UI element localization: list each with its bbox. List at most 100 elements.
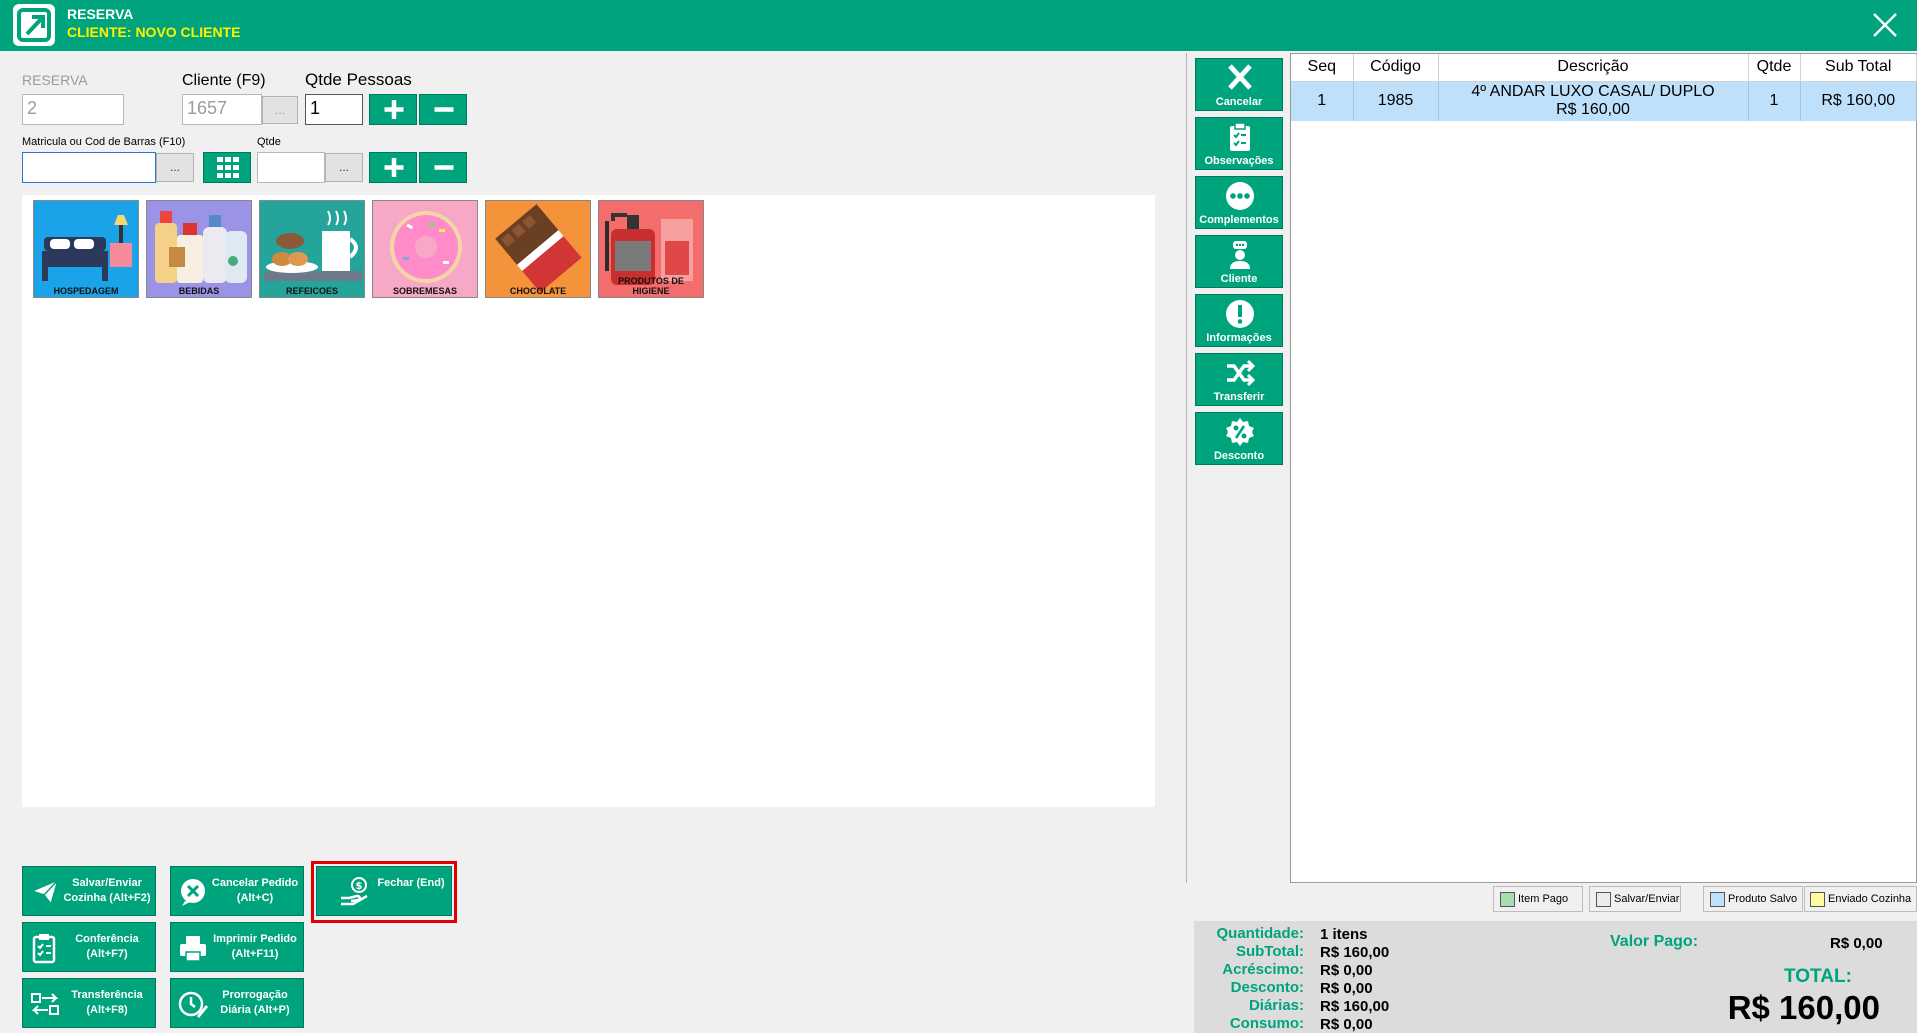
legend-produto-salvo: Produto Salvo [1703,886,1803,912]
qtde-pessoas-minus-button[interactable] [419,94,467,125]
cliente-search-button[interactable]: ... [262,96,298,124]
fechar-highlight-box [311,861,457,923]
transfer-icon [31,993,59,1015]
category-label: PRODUTOS DE HIGIENE [618,276,684,296]
more-dots-icon [1226,182,1254,210]
valor-pago-value: R$ 0,00 [1830,935,1883,952]
sidebar-informacoes-button[interactable]: Informações [1195,294,1283,347]
legend-swatch-enviado-cozinha [1810,892,1825,907]
sidebar-informacoes-label: Informações [1206,332,1272,344]
minus-icon [434,165,454,170]
sidebar-transferir-button[interactable]: Transferir [1195,353,1283,406]
column-header-codigo[interactable]: Código [1353,54,1439,82]
prorrogacao-diaria-button[interactable]: Prorrogação Diária (Alt+P) [170,978,304,1028]
reserva-field: 2 [22,94,124,125]
sidebar-transferir-label: Transferir [1213,391,1265,403]
clipboard-check-icon [32,934,56,964]
qtde-search-button[interactable]: ... [325,153,363,182]
quantidade-value: 1 itens [1320,926,1368,943]
salvar-enviar-cozinha-button[interactable]: Salvar/Enviar Cozinha (Alt+F2) [22,866,156,916]
table-header-row: Seq Código Descrição Qtde Sub Total [1291,54,1917,82]
matricula-label: Matricula ou Cod de Barras (F10) [22,136,186,148]
diarias-value: R$ 160,00 [1320,998,1390,1015]
column-header-subtotal[interactable]: Sub Total [1800,54,1917,82]
matricula-search-button[interactable]: ... [156,153,194,182]
exclamation-icon [1226,300,1254,328]
conferencia-button[interactable]: Conferência (Alt+F7) [22,922,156,972]
sidebar-desconto-label: Desconto [1213,450,1265,462]
keypad-button[interactable] [203,152,251,183]
title-bar: RESERVA CLIENTE: NOVO CLIENTE [0,0,1917,51]
sidebar-desconto-button[interactable]: Desconto [1195,412,1283,465]
product-category-grid: HOSPEDAGEM BEBIDAS REFEICOES SOBREMESAS … [22,195,1155,807]
category-chocolate[interactable]: CHOCOLATE [485,200,591,298]
cancelar-pedido-button[interactable]: Cancelar Pedido (Alt+C) [170,866,304,916]
qtde-plus-button[interactable] [369,152,417,183]
legend-label-salvar-enviar: Salvar/Enviar [1614,893,1680,905]
total-value: R$ 160,00 [1727,989,1880,1026]
salvar-enviar-label: Salvar/Enviar Cozinha (Alt+F2) [63,877,151,904]
qtde-input[interactable] [257,152,325,183]
sidebar-complementos-button[interactable]: Complementos [1195,176,1283,229]
transferencia-button[interactable]: Transferência (Alt+F8) [22,978,156,1028]
legend-label-produto-salvo: Produto Salvo [1728,893,1798,905]
sidebar-cliente-label: Cliente [1220,273,1258,285]
legend-enviado-cozinha: Enviado Cozinha [1804,886,1917,912]
qtde-label: Qtde [257,136,281,148]
cell-subtotal: R$ 160,00 [1800,81,1917,121]
column-header-qtde[interactable]: Qtde [1748,54,1801,82]
category-bebidas[interactable]: BEBIDAS [146,200,252,298]
sidebar-observacoes-button[interactable]: Observações [1195,117,1283,170]
qtde-pessoas-field[interactable]: 1 [305,94,363,125]
legend-swatch-produto-salvo [1710,892,1725,907]
sidebar-observacoes-label: Observações [1204,155,1274,167]
sidebar-complementos-label: Complementos [1199,214,1279,226]
send-icon [29,878,60,906]
qtde-pessoas-plus-button[interactable] [369,94,417,125]
matricula-input[interactable] [22,152,156,183]
cancel-chat-icon [181,879,205,906]
sidebar-cancelar-button[interactable]: Cancelar [1195,58,1283,111]
legend-salvar-enviar: Salvar/Enviar [1589,886,1681,912]
subtotal-value: R$ 160,00 [1320,944,1390,961]
legend-label-item-pago: Item Pago [1518,893,1569,905]
table-row[interactable]: 1 1985 4º ANDAR LUXO CASAL/ DUPLO R$ 160… [1291,81,1917,121]
clipboard-list-icon [1230,122,1250,151]
category-label: CHOCOLATE [509,286,567,296]
user-icon [1230,241,1250,269]
category-produtos-higiene[interactable]: PRODUTOS DE HIGIENE [598,200,704,298]
category-hospedagem[interactable]: HOSPEDAGEM [33,200,139,298]
desconto-value: R$ 0,00 [1320,980,1373,997]
category-refeicoes[interactable]: REFEICOES [259,200,365,298]
legend-label-enviado-cozinha: Enviado Cozinha [1828,893,1912,905]
clock-pencil-icon [178,991,208,1018]
close-window-icon[interactable] [1870,10,1900,40]
conferencia-label: Conferência (Alt+F7) [75,933,139,960]
shuffle-icon [1227,359,1256,387]
category-label: BEBIDAS [178,286,220,296]
column-header-seq[interactable]: Seq [1291,54,1354,82]
transferencia-label: Transferência (Alt+F8) [71,989,143,1016]
acrescimo-value: R$ 0,00 [1320,962,1373,979]
imprimir-pedido-button[interactable]: Imprimir Pedido (Alt+F11) [170,922,304,972]
meal-icon [260,201,364,297]
app-logo-icon [13,4,55,46]
column-header-descricao[interactable]: Descrição [1438,54,1749,82]
sidebar-cliente-button[interactable]: Cliente [1195,235,1283,288]
legend-swatch-salvar-enviar [1596,892,1611,907]
consumo-label: Consumo: [1229,1015,1304,1032]
cell-seq: 1 [1291,81,1354,121]
cell-qtde: 1 [1748,81,1801,121]
sidebar-cancelar-label: Cancelar [1215,96,1263,108]
cell-descricao-name: 4º ANDAR LUXO CASAL/ DUPLO [1471,83,1715,101]
qtde-minus-button[interactable] [419,152,467,183]
reserva-label: RESERVA [22,72,88,88]
grid-icon [217,157,239,178]
diarias-label: Diárias: [1248,997,1304,1014]
category-label: REFEICOES [285,286,338,296]
category-sobremesas[interactable]: SOBREMESAS [372,200,478,298]
cell-codigo: 1985 [1353,81,1439,121]
prorrogacao-label: Prorrogação Diária (Alt+P) [220,989,290,1016]
desconto-label: Desconto: [1230,979,1304,996]
minus-icon [434,107,454,112]
